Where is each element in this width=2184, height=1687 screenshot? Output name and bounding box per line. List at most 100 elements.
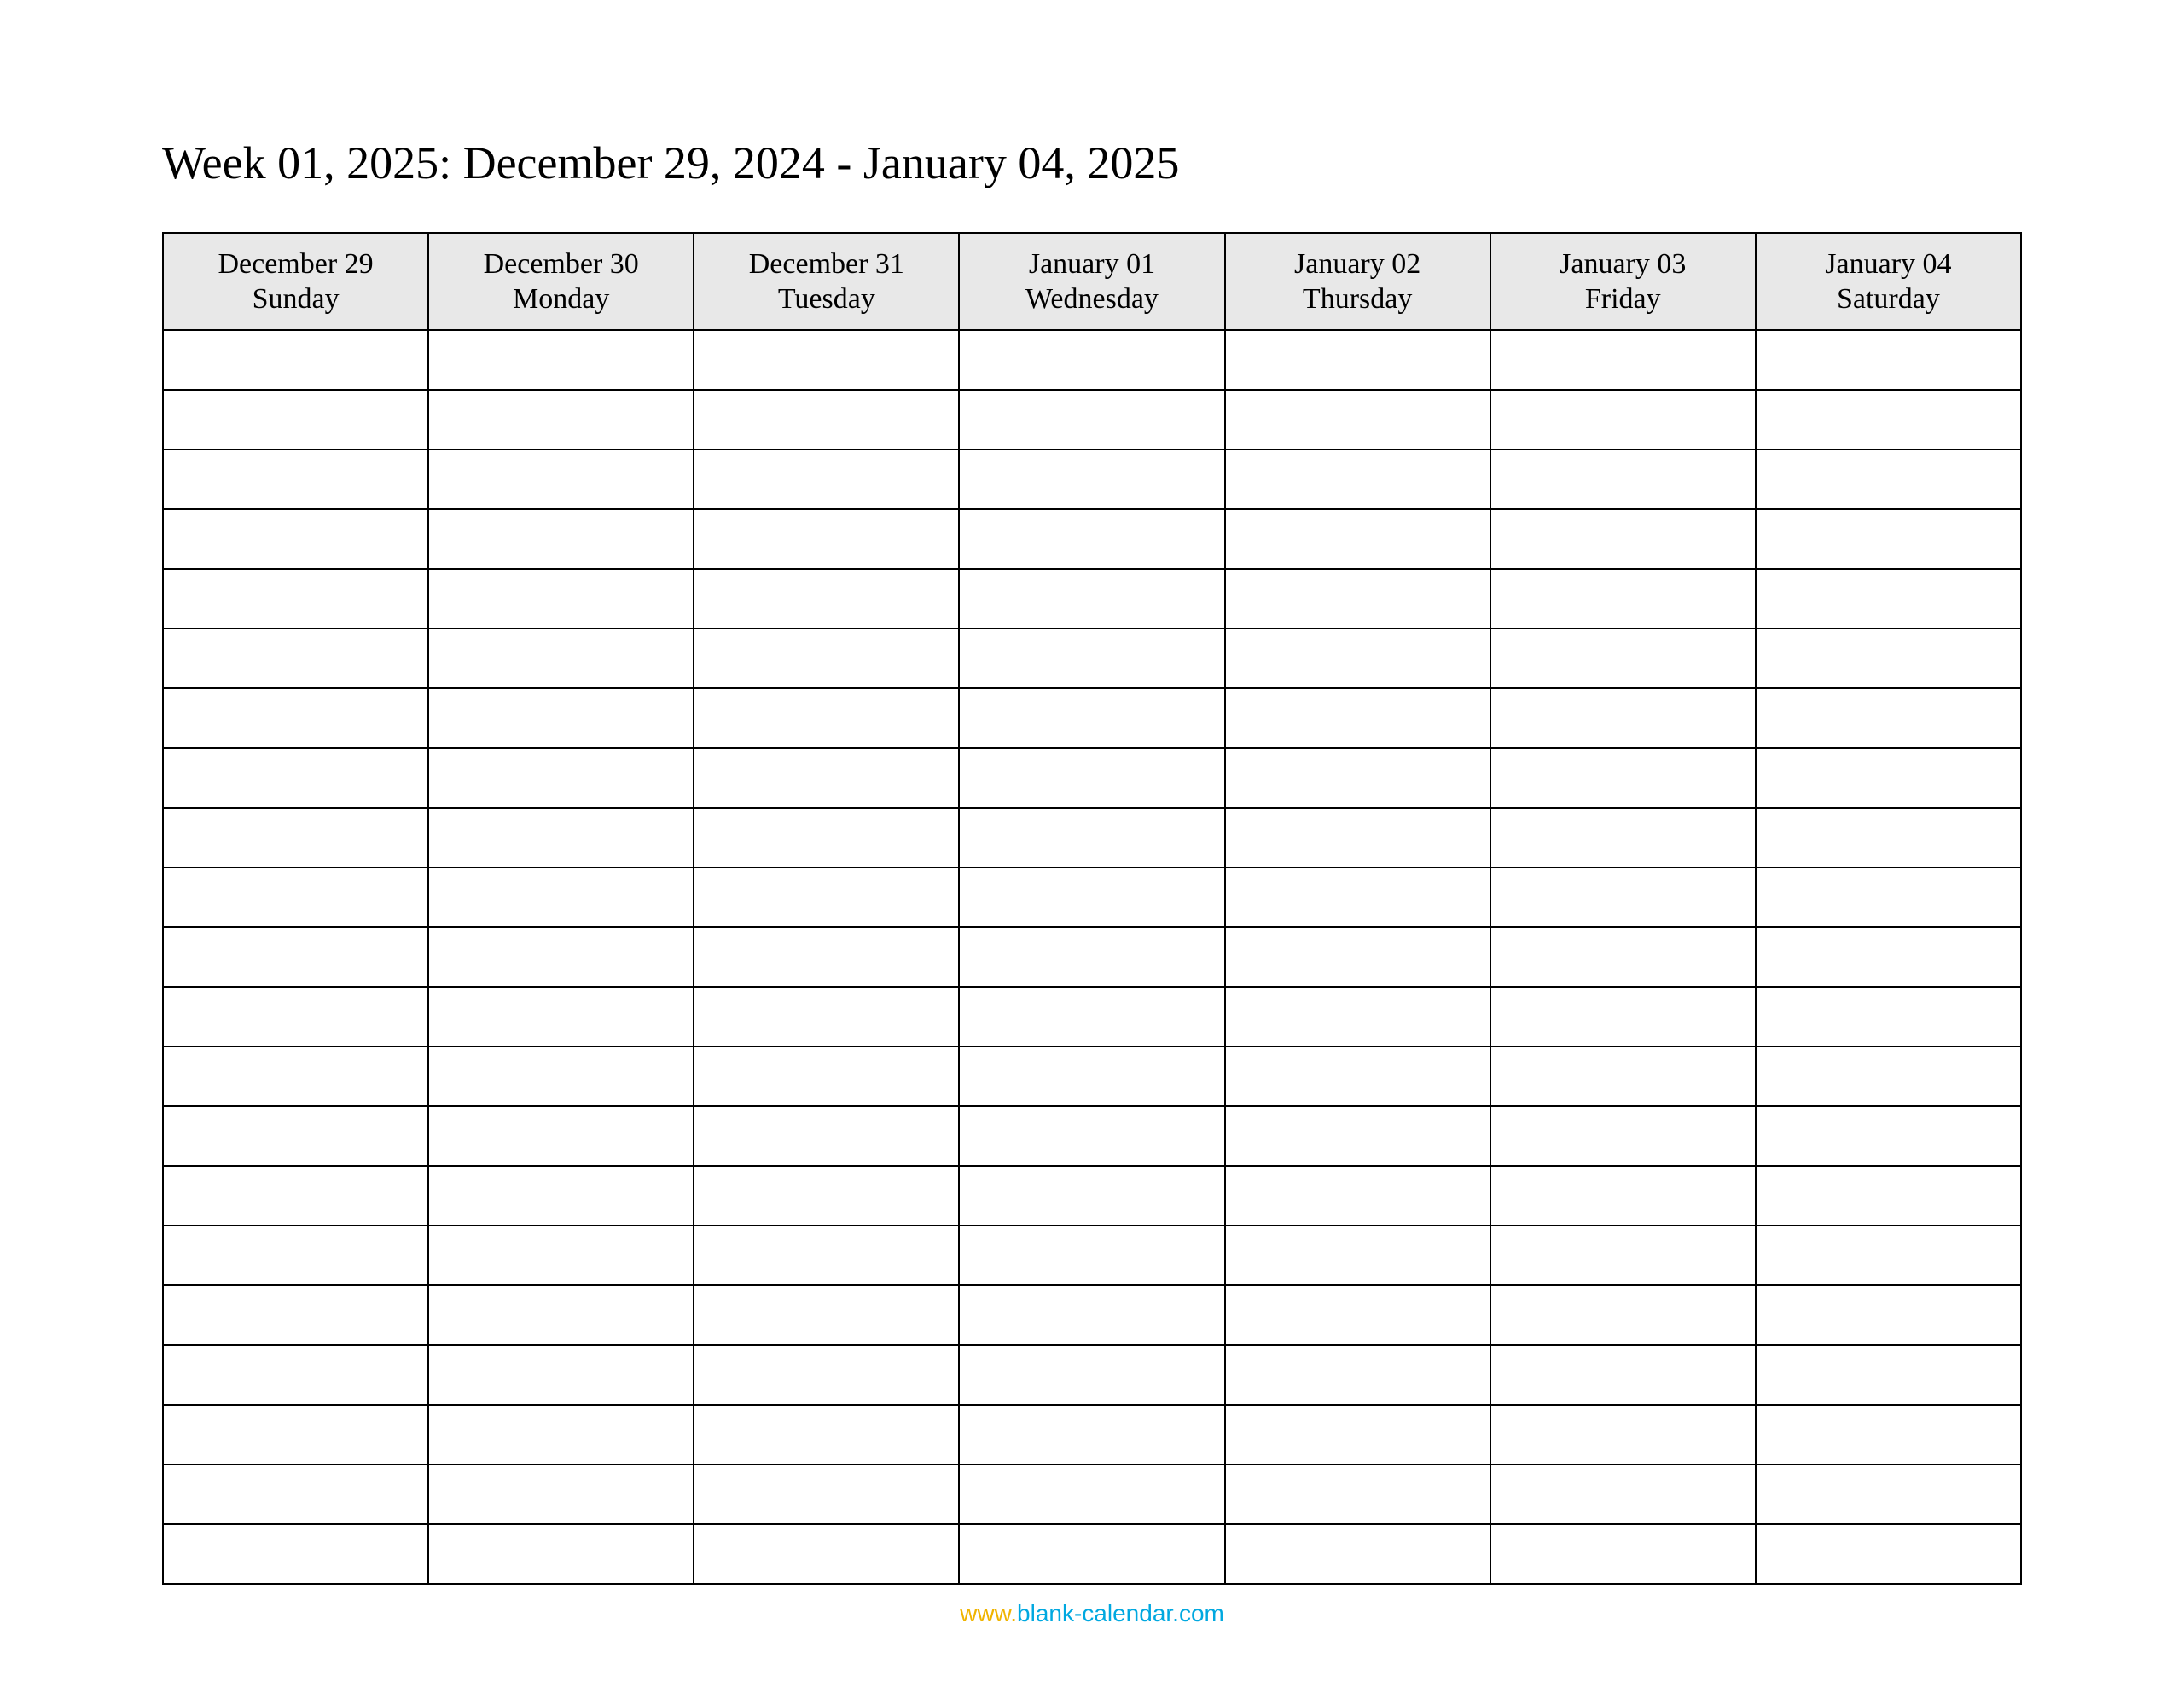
calendar-cell [428,1106,694,1166]
calendar-cell [1225,1345,1490,1405]
calendar-cell [1490,1464,1756,1524]
calendar-cell [1490,927,1756,987]
calendar-cell [959,569,1224,629]
calendar-cell [959,1166,1224,1226]
calendar-cell [1225,449,1490,509]
calendar-cell [163,1524,428,1584]
calendar-row [163,808,2021,867]
calendar-cell [428,987,694,1046]
day-header-weekday: Tuesday [694,282,958,317]
calendar-cell [1756,509,2021,569]
calendar-cell [959,1405,1224,1464]
day-header-date: December 30 [429,247,693,282]
calendar-cell [1225,748,1490,808]
calendar-cell [694,1226,959,1285]
calendar-cell [694,1106,959,1166]
calendar-cell [1756,1226,2021,1285]
calendar-cell [959,390,1224,449]
footer-url-domain: blank-calendar.com [1017,1600,1224,1626]
calendar-cell [428,509,694,569]
calendar-cell [1225,808,1490,867]
calendar-cell [1756,808,2021,867]
calendar-cell [1490,1524,1756,1584]
day-header-weekday: Monday [429,282,693,317]
day-header-weekday: Thursday [1226,282,1490,317]
calendar-cell [1756,629,2021,688]
calendar-row [163,449,2021,509]
calendar-cell [694,808,959,867]
calendar-cell [1756,1106,2021,1166]
calendar-cell [1756,688,2021,748]
calendar-cell [1756,390,2021,449]
calendar-cell [959,748,1224,808]
calendar-cell [959,927,1224,987]
calendar-cell [163,688,428,748]
calendar-cell [1756,1285,2021,1345]
calendar-cell [163,1345,428,1405]
calendar-cell [694,569,959,629]
calendar-cell [694,330,959,390]
calendar-cell [1225,927,1490,987]
calendar-cell [694,748,959,808]
calendar-cell [694,449,959,509]
calendar-cell [428,1405,694,1464]
calendar-cell [1756,927,2021,987]
calendar-cell [959,1106,1224,1166]
calendar-cell [428,867,694,927]
calendar-cell [1756,330,2021,390]
day-header-weekday: Friday [1491,282,1755,317]
calendar-cell [1756,1166,2021,1226]
calendar-cell [1756,1524,2021,1584]
calendar-cell [428,330,694,390]
calendar-cell [1756,1345,2021,1405]
calendar-cell [959,1285,1224,1345]
calendar-row [163,1106,2021,1166]
calendar-cell [1225,1405,1490,1464]
calendar-cell [1490,1285,1756,1345]
calendar-cell [959,1464,1224,1524]
calendar-cell [694,867,959,927]
calendar-cell [959,808,1224,867]
calendar-cell [1490,629,1756,688]
calendar-cell [428,1345,694,1405]
calendar-cell [163,1046,428,1106]
calendar-cell [428,1464,694,1524]
calendar-row [163,1464,2021,1524]
calendar-cell [959,1226,1224,1285]
calendar-cell [1490,987,1756,1046]
calendar-cell [1225,1464,1490,1524]
calendar-cell [694,1046,959,1106]
calendar-cell [1225,390,1490,449]
calendar-cell [694,1285,959,1345]
day-header: December 31 Tuesday [694,233,959,330]
calendar-cell [959,509,1224,569]
calendar-cell [163,927,428,987]
calendar-cell [163,808,428,867]
day-header-date: January 04 [1757,247,2020,282]
day-header-date: January 01 [960,247,1223,282]
calendar-cell [428,569,694,629]
calendar-cell [1490,1405,1756,1464]
calendar-cell [1490,569,1756,629]
calendar-cell [1490,330,1756,390]
calendar-cell [1490,1345,1756,1405]
calendar-cell [959,1046,1224,1106]
calendar-cell [1756,569,2021,629]
calendar-cell [1490,867,1756,927]
calendar-cell [1756,1464,2021,1524]
calendar-cell [959,330,1224,390]
calendar-cell [959,867,1224,927]
calendar-cell [163,509,428,569]
calendar-row [163,509,2021,569]
calendar-cell [1225,688,1490,748]
calendar-cell [959,449,1224,509]
calendar-cell [163,1226,428,1285]
calendar-cell [428,1046,694,1106]
day-header: December 30 Monday [428,233,694,330]
calendar-cell [1490,390,1756,449]
calendar-row [163,1046,2021,1106]
calendar-cell [694,1405,959,1464]
calendar-body [163,330,2021,1584]
calendar-cell [1225,1285,1490,1345]
calendar-cell [163,330,428,390]
